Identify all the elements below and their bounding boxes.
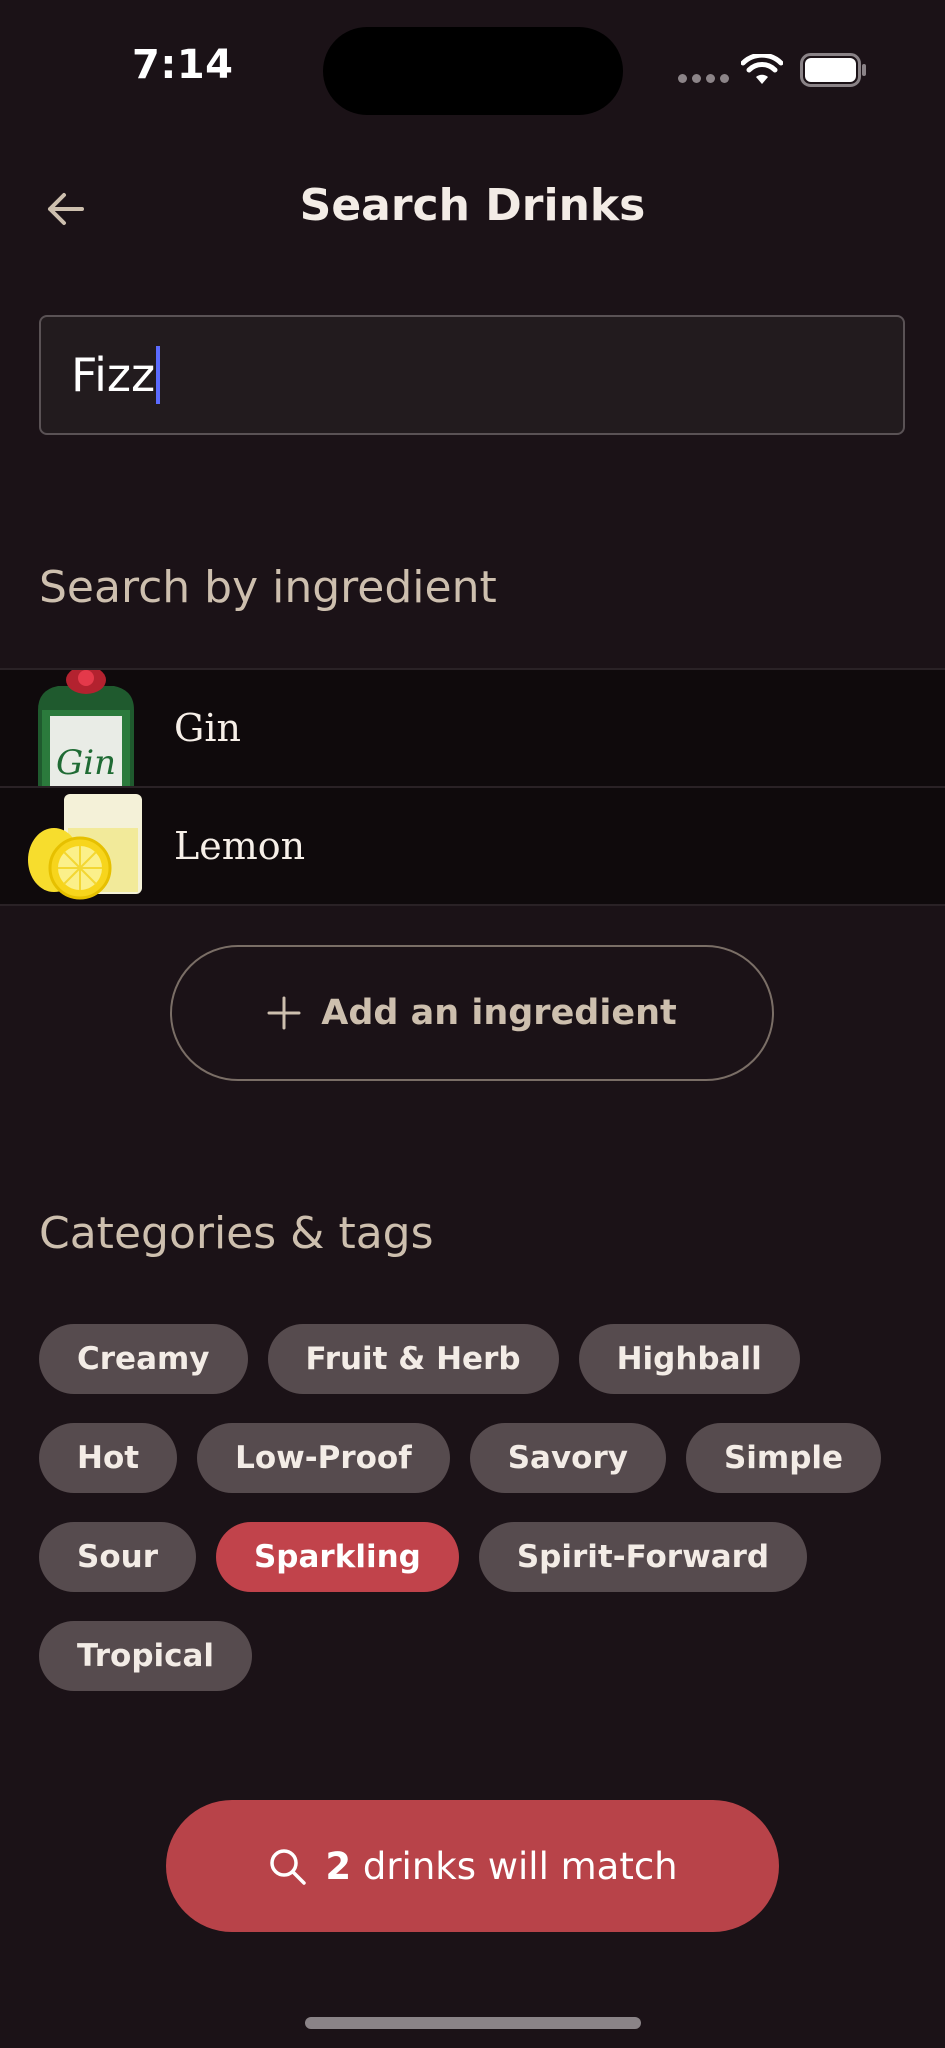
tag-chip-spirit-forward[interactable]: Spirit-Forward: [478, 1522, 808, 1592]
tags-section-title: Categories & tags: [39, 1208, 434, 1259]
tag-chip-creamy[interactable]: Creamy: [39, 1324, 248, 1394]
gin-bottle-icon: Gin: [28, 670, 144, 786]
ingredient-name: Lemon: [174, 824, 306, 868]
search-input-value: Fizz: [71, 348, 156, 402]
text-caret: [156, 346, 161, 404]
search-icon: [270, 1849, 307, 1885]
search-input[interactable]: Fizz: [39, 315, 905, 435]
ingredients-section-title: Search by ingredient: [39, 562, 497, 613]
battery-icon: [800, 53, 866, 87]
ingredient-list: Gin Gin Lemon: [0, 668, 945, 906]
tag-chip-simple[interactable]: Simple: [685, 1423, 882, 1493]
tag-chip-savory[interactable]: Savory: [469, 1423, 666, 1493]
tag-chip-sour[interactable]: Sour: [39, 1522, 196, 1592]
match-text: 2 drinks will match: [325, 1845, 677, 1888]
tag-chip-fruit-herb[interactable]: Fruit & Herb: [267, 1324, 559, 1394]
tag-chip-tropical[interactable]: Tropical: [39, 1621, 253, 1691]
add-ingredient-label: Add an ingredient: [321, 993, 677, 1033]
ingredient-row-lemon[interactable]: Lemon: [0, 786, 945, 906]
cellular-signal-icon: [678, 74, 729, 83]
match-button[interactable]: 2 drinks will match: [166, 1800, 779, 1932]
svg-text:Gin: Gin: [56, 743, 116, 783]
tag-chip-sparkling[interactable]: Sparkling: [215, 1522, 459, 1592]
ingredient-name: Gin: [174, 706, 241, 750]
lemon-icon: [28, 788, 144, 904]
tag-chip-low-proof[interactable]: Low-Proof: [197, 1423, 450, 1493]
tag-chip-hot[interactable]: Hot: [39, 1423, 178, 1493]
plus-icon: [267, 996, 301, 1030]
page-title: Search Drinks: [299, 180, 646, 231]
status-time: 7:14: [132, 42, 234, 88]
tag-list: Creamy Fruit & Herb Highball Hot Low-Pro…: [39, 1324, 909, 1691]
wifi-icon: [741, 54, 783, 84]
match-label: drinks will match: [362, 1844, 678, 1888]
add-ingredient-button[interactable]: Add an ingredient: [170, 945, 774, 1081]
dynamic-island: [323, 27, 623, 115]
home-indicator: [305, 2017, 641, 2029]
ingredient-row-gin[interactable]: Gin Gin: [0, 668, 945, 786]
match-count: 2: [325, 1844, 352, 1888]
tag-chip-highball[interactable]: Highball: [578, 1324, 800, 1394]
